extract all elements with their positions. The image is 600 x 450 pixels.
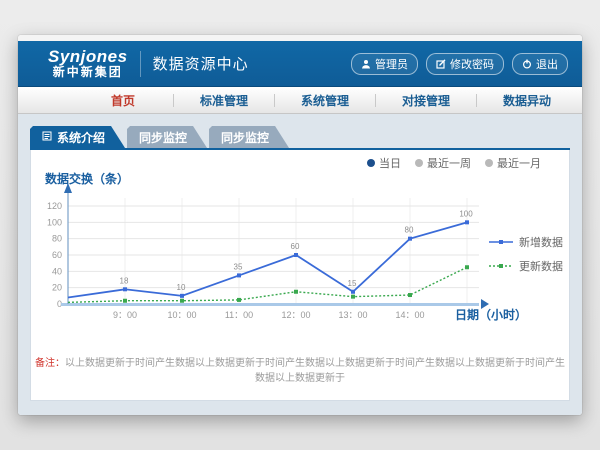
tab-sync-monitor-2[interactable]: 同步监控 bbox=[209, 126, 289, 148]
app-header: Synjones 新中新集团 数据资源中心 管理员 修改密码 bbox=[18, 41, 582, 87]
logo: Synjones 新中新集团 bbox=[48, 48, 128, 78]
chart-legend: 新增数据 更新数据 bbox=[489, 234, 563, 282]
x-axis-title: 日期（小时） bbox=[455, 306, 527, 323]
nav-item-system-management[interactable]: 系统管理 bbox=[275, 92, 375, 109]
radio-label: 当日 bbox=[379, 155, 401, 171]
svg-text:10: 10 bbox=[177, 283, 186, 292]
tab-label: 同步监控 bbox=[139, 129, 187, 146]
time-range-filter: 当日 最近一周 最近一月 bbox=[367, 155, 541, 171]
svg-text:15: 15 bbox=[348, 279, 357, 288]
svg-text:18: 18 bbox=[120, 276, 129, 285]
desktop-background: Synjones 新中新集团 数据资源中心 管理员 修改密码 bbox=[0, 0, 600, 450]
change-password-button[interactable]: 修改密码 bbox=[426, 53, 504, 75]
tab-bar: 系统介绍 同步监控 同步监控 bbox=[30, 126, 570, 148]
header-divider bbox=[140, 51, 141, 77]
y-axis-title: 数据交换（条） bbox=[45, 170, 129, 187]
admin-user-button[interactable]: 管理员 bbox=[351, 53, 418, 75]
radio-last-week[interactable]: 最近一周 bbox=[415, 155, 471, 171]
radio-label: 最近一周 bbox=[427, 155, 471, 171]
tab-sync-monitor-1[interactable]: 同步监控 bbox=[127, 126, 207, 148]
svg-text:35: 35 bbox=[234, 262, 243, 271]
legend-line-sample bbox=[489, 261, 513, 271]
svg-text:80: 80 bbox=[405, 226, 414, 235]
radio-dot bbox=[485, 159, 493, 167]
svg-text:11：00: 11：00 bbox=[225, 310, 253, 320]
svg-text:20: 20 bbox=[52, 283, 62, 293]
svg-text:13：00: 13：00 bbox=[338, 310, 367, 320]
tab-label: 同步监控 bbox=[221, 129, 269, 146]
nav-item-home[interactable]: 首页 bbox=[73, 92, 173, 109]
svg-text:9：00: 9：00 bbox=[113, 310, 137, 320]
footer-note: 备注：以上数据更新于时间产生数据以上数据更新于时间产生数据以上数据更新于时间产生… bbox=[31, 354, 569, 384]
svg-text:100: 100 bbox=[459, 209, 473, 218]
nav-item-data-change[interactable]: 数据异动 bbox=[477, 92, 577, 109]
svg-text:60: 60 bbox=[52, 250, 62, 260]
tab-label: 系统介绍 bbox=[57, 129, 105, 146]
legend-item-new-data[interactable]: 新增数据 bbox=[489, 234, 563, 250]
svg-text:80: 80 bbox=[52, 234, 62, 244]
logout-button[interactable]: 退出 bbox=[512, 53, 568, 75]
logout-label: 退出 bbox=[536, 56, 558, 72]
main-nav: 首页 标准管理 系统管理 对接管理 数据异动 bbox=[18, 87, 582, 114]
tab-system-intro[interactable]: 系统介绍 bbox=[30, 126, 125, 148]
nav-item-standard-management[interactable]: 标准管理 bbox=[174, 92, 274, 109]
radio-today[interactable]: 当日 bbox=[367, 155, 401, 171]
radio-dot bbox=[415, 159, 423, 167]
page-title: 数据资源中心 bbox=[153, 53, 249, 74]
radio-last-month[interactable]: 最近一月 bbox=[485, 155, 541, 171]
edit-icon bbox=[436, 59, 446, 69]
app-window: Synjones 新中新集团 数据资源中心 管理员 修改密码 bbox=[18, 35, 582, 415]
logo-text-en: Synjones bbox=[48, 48, 128, 66]
svg-text:100: 100 bbox=[47, 217, 62, 227]
user-icon bbox=[361, 59, 371, 69]
svg-text:40: 40 bbox=[52, 266, 62, 276]
header-actions: 管理员 修改密码 退出 bbox=[351, 53, 568, 75]
document-icon bbox=[42, 130, 52, 144]
legend-item-updated-data[interactable]: 更新数据 bbox=[489, 258, 563, 274]
nav-item-integration-management[interactable]: 对接管理 bbox=[376, 92, 476, 109]
content-area: 系统介绍 同步监控 同步监控 当日 最近一 bbox=[18, 114, 582, 415]
svg-text:12：00: 12：00 bbox=[281, 310, 310, 320]
svg-text:60: 60 bbox=[291, 242, 300, 251]
note-label: 备注： bbox=[35, 358, 65, 369]
chart-panel: 当日 最近一周 最近一月 数据交换（条） 0204060801001209：00… bbox=[30, 150, 570, 401]
legend-label: 更新数据 bbox=[519, 258, 563, 274]
svg-text:120: 120 bbox=[47, 201, 62, 211]
power-icon bbox=[522, 59, 532, 69]
logo-text-cn: 新中新集团 bbox=[48, 66, 128, 79]
svg-text:10：00: 10：00 bbox=[167, 310, 196, 320]
legend-label: 新增数据 bbox=[519, 234, 563, 250]
radio-label: 最近一月 bbox=[497, 155, 541, 171]
admin-user-label: 管理员 bbox=[375, 56, 408, 72]
legend-line-sample bbox=[489, 237, 513, 247]
radio-dot bbox=[367, 159, 375, 167]
change-password-label: 修改密码 bbox=[450, 56, 494, 72]
svg-text:14：00: 14：00 bbox=[395, 310, 424, 320]
note-text: 以上数据更新于时间产生数据以上数据更新于时间产生数据以上数据更新于时间产生数据以… bbox=[65, 358, 565, 384]
